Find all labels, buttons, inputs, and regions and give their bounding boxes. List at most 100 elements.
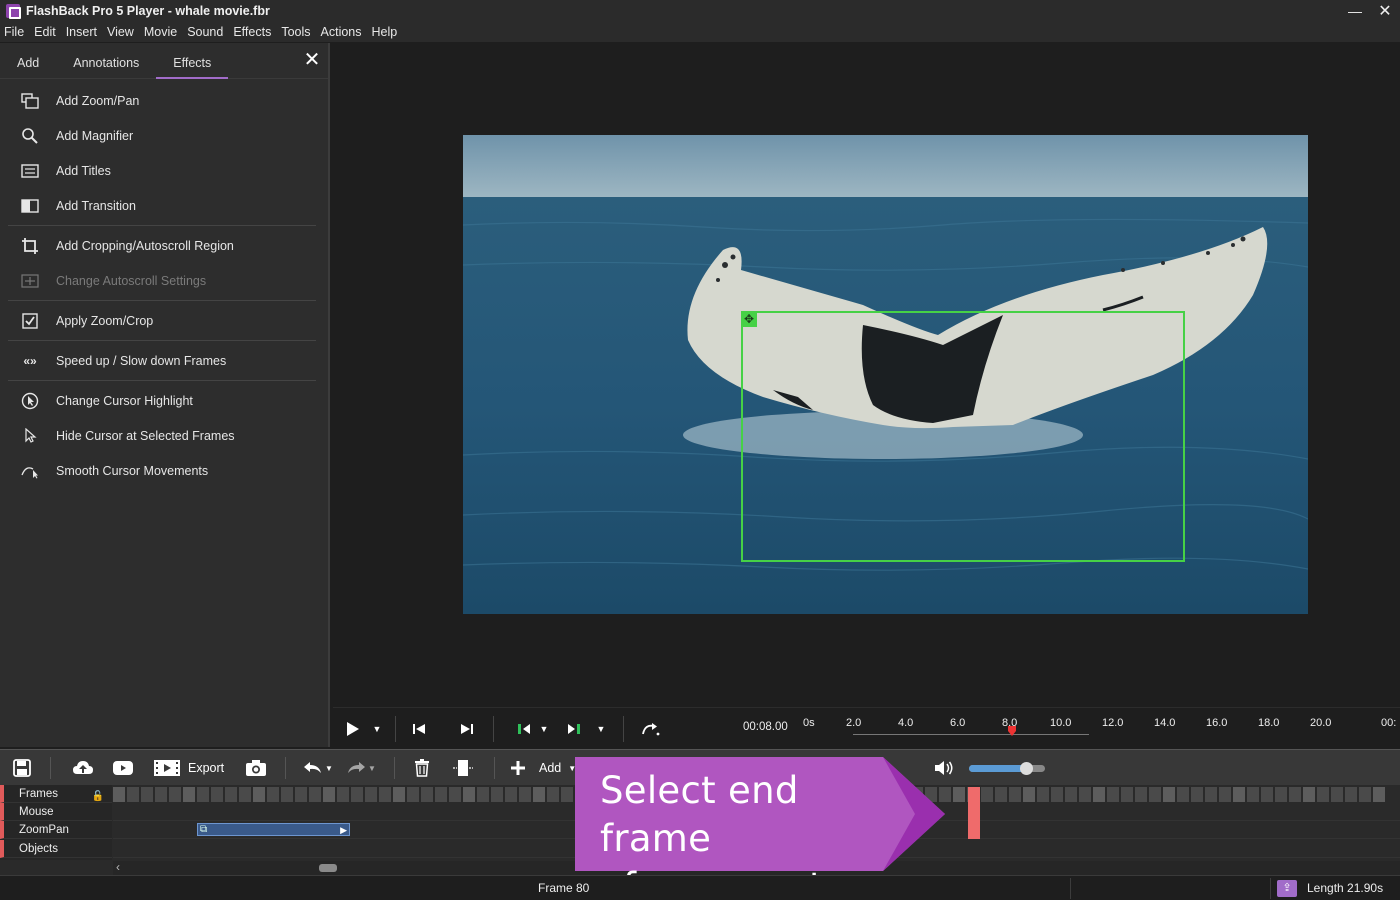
close-window-button[interactable]: ✕ [1370, 0, 1400, 22]
frame-cell[interactable] [1317, 787, 1329, 802]
frame-cell[interactable] [449, 787, 461, 802]
menu-movie[interactable]: Movie [144, 25, 182, 39]
frame-cell[interactable] [309, 787, 321, 802]
track-objects[interactable]: Objects [0, 840, 112, 858]
redo-chevron-icon[interactable]: ▼ [368, 764, 376, 773]
frame-cell[interactable] [1149, 787, 1161, 802]
selected-frame-marker[interactable] [968, 787, 980, 839]
frame-cell[interactable] [1205, 787, 1217, 802]
add-cropping-item[interactable]: Add Cropping/Autoscroll Region [0, 228, 328, 263]
frame-cell[interactable] [1177, 787, 1189, 802]
frame-cell[interactable] [533, 787, 545, 802]
snapshot-button[interactable] [245, 756, 267, 780]
frame-cell[interactable] [1303, 787, 1315, 802]
frame-cell[interactable] [1107, 787, 1119, 802]
clip-end-handle-icon[interactable]: ▶ [340, 824, 347, 836]
frame-cell[interactable] [1219, 787, 1231, 802]
menu-edit[interactable]: Edit [34, 25, 61, 39]
frame-cell[interactable] [239, 787, 251, 802]
frame-cell[interactable] [155, 787, 167, 802]
add-button[interactable]: Add ▼ [510, 756, 576, 780]
tab-add[interactable]: Add [0, 43, 56, 79]
frame-cell[interactable] [1065, 787, 1077, 802]
frame-cell[interactable] [435, 787, 447, 802]
go-to-start-button[interactable] [409, 718, 429, 740]
youtube-button[interactable] [112, 756, 134, 780]
hide-cursor-item[interactable]: Hide Cursor at Selected Frames [0, 418, 328, 453]
scroll-left-icon[interactable]: ‹ [116, 860, 120, 874]
frame-cell[interactable] [421, 787, 433, 802]
menu-insert[interactable]: Insert [66, 25, 102, 39]
frame-cell[interactable] [1261, 787, 1273, 802]
menu-file[interactable]: File [4, 25, 29, 39]
tab-effects[interactable]: Effects [156, 43, 229, 79]
end-marker-chevron-icon[interactable]: ▼ [595, 718, 607, 740]
change-cursor-highlight-item[interactable]: Change Cursor Highlight [0, 383, 328, 418]
time-ruler[interactable]: 0s 2.0 4.0 6.0 8.0 10.0 12.0 14.0 16.0 1… [803, 708, 1400, 750]
frame-cell[interactable] [1121, 787, 1133, 802]
add-zoom-pan-item[interactable]: Add Zoom/Pan [0, 83, 328, 118]
loop-button[interactable] [639, 718, 663, 740]
menu-tools[interactable]: Tools [281, 25, 315, 39]
frame-cell[interactable] [1037, 787, 1049, 802]
frame-cell[interactable] [365, 787, 377, 802]
frame-cell[interactable] [113, 787, 125, 802]
save-button[interactable] [12, 756, 32, 780]
frame-cell[interactable] [169, 787, 181, 802]
add-titles-item[interactable]: Add Titles [0, 153, 328, 188]
frame-cell[interactable] [519, 787, 531, 802]
frame-cell[interactable] [491, 787, 503, 802]
frame-cell[interactable] [981, 787, 993, 802]
frame-cell[interactable] [1023, 787, 1035, 802]
move-handle-icon[interactable]: ✥ [741, 311, 757, 327]
frame-cell[interactable] [953, 787, 965, 802]
frame-cell[interactable] [323, 787, 335, 802]
frame-cell[interactable] [225, 787, 237, 802]
frame-cell[interactable] [561, 787, 573, 802]
frame-cell[interactable] [211, 787, 223, 802]
add-transition-item[interactable]: Add Transition [0, 188, 328, 223]
redo-button[interactable]: ▼ [346, 756, 376, 780]
frame-cell[interactable] [1289, 787, 1301, 802]
scrollbar-thumb[interactable] [319, 864, 337, 872]
play-options-chevron-icon[interactable]: ▼ [371, 718, 383, 740]
menu-view[interactable]: View [107, 25, 139, 39]
undo-button[interactable]: ▼ [303, 756, 333, 780]
frame-cell[interactable] [351, 787, 363, 802]
track-frames[interactable]: Frames 🔓 [0, 785, 112, 803]
menu-help[interactable]: Help [372, 25, 403, 39]
frame-cell[interactable] [1135, 787, 1147, 802]
menu-sound[interactable]: Sound [187, 25, 228, 39]
volume-slider[interactable] [969, 762, 1045, 775]
add-magnifier-item[interactable]: Add Magnifier [0, 118, 328, 153]
volume-slider-knob[interactable] [1020, 762, 1033, 775]
upload-button[interactable] [72, 756, 94, 780]
track-mouse[interactable]: Mouse [0, 803, 112, 821]
frame-cell[interactable] [1233, 787, 1245, 802]
frame-cell[interactable] [1359, 787, 1371, 802]
frame-cell[interactable] [295, 787, 307, 802]
set-end-marker-button[interactable] [565, 718, 583, 740]
frame-cell[interactable] [337, 787, 349, 802]
frame-cell[interactable] [477, 787, 489, 802]
undo-chevron-icon[interactable]: ▼ [325, 764, 333, 773]
frame-cell[interactable] [1373, 787, 1385, 802]
frame-cell[interactable] [407, 787, 419, 802]
frame-cell[interactable] [1009, 787, 1021, 802]
frame-cell[interactable] [141, 787, 153, 802]
frame-cell[interactable] [379, 787, 391, 802]
zoompan-clip[interactable]: ⧉ ▶ [197, 823, 350, 836]
frame-cell[interactable] [1345, 787, 1357, 802]
frame-cell[interactable] [1051, 787, 1063, 802]
frame-cell[interactable] [995, 787, 1007, 802]
frame-cell[interactable] [1331, 787, 1343, 802]
frame-cell[interactable] [197, 787, 209, 802]
delete-button[interactable] [414, 756, 430, 780]
frame-cell[interactable] [1093, 787, 1105, 802]
frame-cell[interactable] [1191, 787, 1203, 802]
frame-cell[interactable] [393, 787, 405, 802]
frame-cell[interactable] [1247, 787, 1259, 802]
set-start-marker-button[interactable] [515, 718, 533, 740]
frame-cell[interactable] [505, 787, 517, 802]
frame-cell[interactable] [463, 787, 475, 802]
